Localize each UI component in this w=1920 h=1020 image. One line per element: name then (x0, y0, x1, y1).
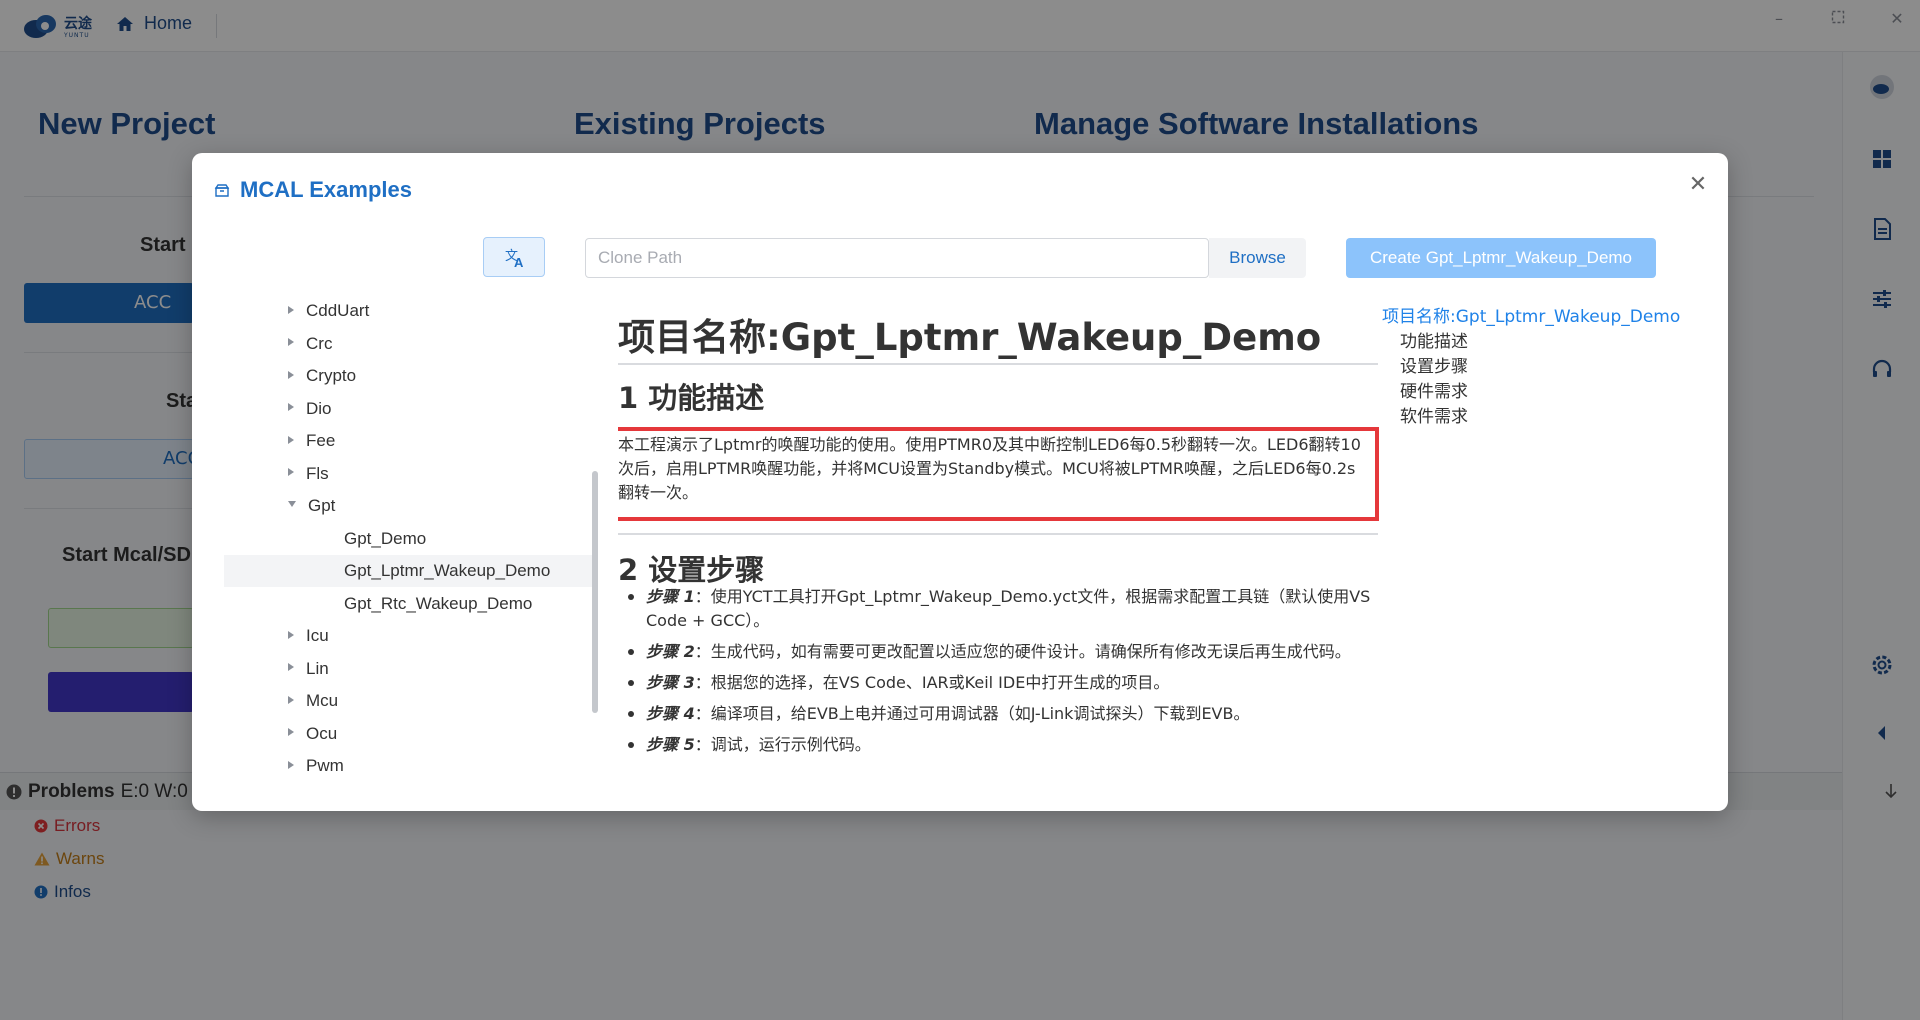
toc-item[interactable]: 设置步骤 (1382, 355, 1682, 380)
caret-right-icon[interactable] (288, 468, 294, 477)
doc-title: 项目名称:Gpt_Lptmr_Wakeup_Demo (618, 316, 1322, 359)
tree-item[interactable]: Gpt (288, 490, 335, 522)
tree-item[interactable]: Pwm (288, 750, 344, 782)
modal-header: MCAL Examples (214, 177, 412, 203)
svg-text:A: A (514, 255, 524, 270)
tree-item-label: Lin (306, 658, 329, 678)
tree-item-label: Ocu (306, 723, 338, 743)
create-project-button[interactable]: Create Gpt_Lptmr_Wakeup_Demo (1346, 238, 1656, 278)
tree-item-label: Dio (306, 398, 332, 418)
tree-item[interactable]: Gpt_Demo (344, 523, 426, 555)
toc-item[interactable]: 硬件需求 (1382, 380, 1682, 405)
examples-tree: CddUart Crc Crypto Dio Fee Fls Gpt Gpt_Demo Gpt_… (224, 295, 592, 795)
toc-item[interactable]: 项目名称:Gpt_Lptmr_Wakeup_Demo (1382, 305, 1682, 330)
toc-item[interactable]: 软件需求 (1382, 405, 1682, 430)
translate-icon: 文 A (505, 249, 524, 270)
setup-step: 步骤 5：调试，运行示例代码。 (628, 733, 1382, 757)
description-highlight-box (618, 427, 1379, 521)
close-icon[interactable]: ✕ (1686, 173, 1710, 197)
doc-heading-2: 2 设置步骤 (618, 553, 765, 587)
caret-right-icon[interactable] (288, 370, 294, 379)
caret-right-icon[interactable] (288, 435, 294, 444)
tree-item-label: Gpt_Rtc_Wakeup_Demo (344, 593, 533, 613)
doc-section-rule (618, 533, 1378, 535)
tree-item[interactable]: Gpt_Rtc_Wakeup_Demo (344, 588, 532, 620)
table-of-contents: 项目名称:Gpt_Lptmr_Wakeup_Demo 功能描述 设置步骤 硬件需求 软件… (1382, 305, 1682, 430)
tree-item-label: Crypto (306, 366, 357, 385)
tree-scrollbar[interactable] (592, 471, 598, 713)
step-label: 步骤 5 (646, 735, 695, 754)
mcal-examples-dialog: MCAL Examples ✕ 文 A Browse Create Gpt_Lp… (192, 153, 1728, 811)
tree-item[interactable]: Icu (288, 620, 329, 652)
caret-right-icon[interactable] (288, 663, 294, 672)
tree-item-label: Crc (306, 333, 333, 353)
tree-item-label: Icu (306, 626, 329, 645)
caret-right-icon[interactable] (288, 305, 294, 314)
tree-item[interactable]: Dio (288, 393, 332, 425)
tree-item-label: Gpt_Demo (344, 528, 427, 548)
readme-content: 项目名称:Gpt_Lptmr_Wakeup_Demo 1 功能描述 本工程演示了… (618, 295, 1384, 795)
tree-item[interactable]: Gpt_Lptmr_Wakeup_Demo (344, 555, 550, 587)
tree-item-label: Mcu (306, 691, 339, 710)
tree-item[interactable]: Mcu (288, 685, 338, 717)
step-label: 步骤 3 (646, 673, 695, 692)
step-text: ：编译项目，给EVB上电并通过可用调试器（如J-Link调试探头）下载到EVB。 (694, 704, 1250, 723)
step-text: ：生成代码，如有需要可更改配置以适应您的硬件设计。请确保所有修改无误后再生成代码… (694, 642, 1351, 661)
tree-item-label: Pwm (306, 756, 344, 775)
step-label: 步骤 1 (646, 587, 695, 606)
modal-title: MCAL Examples (240, 177, 412, 202)
setup-steps-list: 步骤 1：使用YCT工具打开Gpt_Lptmr_Wakeup_Demo.yct文… (628, 585, 1382, 764)
tree-item-label: Gpt (308, 496, 336, 515)
tree-item[interactable]: Lin (288, 653, 329, 685)
tree-item-label: CddUart (306, 301, 370, 320)
tree-item[interactable]: Fee (288, 425, 335, 457)
setup-step: 步骤 3：根据您的选择，在VS Code、IAR或Keil IDE中打开生成的项… (628, 671, 1382, 695)
caret-right-icon[interactable] (288, 728, 294, 737)
tree-item[interactable]: Ocu (288, 718, 337, 750)
toc-item[interactable]: 功能描述 (1382, 330, 1682, 355)
setup-step: 步骤 4：编译项目，给EVB上电并通过可用调试器（如J-Link调试探头）下载到… (628, 702, 1382, 726)
caret-right-icon[interactable] (288, 630, 294, 639)
caret-right-icon[interactable] (288, 403, 294, 412)
caret-right-icon[interactable] (288, 760, 294, 769)
caret-right-icon[interactable] (288, 695, 294, 704)
step-label: 步骤 4 (646, 704, 695, 723)
tree-item[interactable]: Crypto (288, 360, 356, 392)
tree-item-label: Gpt_Lptmr_Wakeup_Demo (344, 561, 551, 580)
tree-item-label: Fls (306, 463, 329, 483)
clone-path-input[interactable] (585, 238, 1209, 278)
doc-title-rule (618, 363, 1378, 365)
tree-item[interactable]: Crc (288, 328, 332, 360)
doc-heading-1: 1 功能描述 (618, 381, 765, 415)
step-text: ：调试，运行示例代码。 (694, 735, 871, 754)
tree-item[interactable]: Fls (288, 458, 329, 490)
translate-button[interactable]: 文 A (483, 237, 545, 277)
caret-down-icon[interactable] (288, 500, 296, 507)
caret-right-icon[interactable] (288, 338, 294, 347)
browse-button[interactable]: Browse (1209, 238, 1306, 278)
step-text: ：根据您的选择，在VS Code、IAR或Keil IDE中打开生成的项目。 (694, 673, 1170, 692)
setup-step: 步骤 1：使用YCT工具打开Gpt_Lptmr_Wakeup_Demo.yct文… (628, 585, 1382, 633)
tree-item[interactable]: CddUart (288, 295, 369, 327)
tree-item-label: Fee (306, 431, 336, 450)
step-text: ：使用YCT工具打开Gpt_Lptmr_Wakeup_Demo.yct文件，根据… (646, 587, 1371, 630)
setup-step: 步骤 2：生成代码，如有需要可更改配置以适应您的硬件设计。请确保所有修改无误后再… (628, 640, 1382, 664)
step-label: 步骤 2 (646, 642, 695, 661)
examples-box-icon (214, 184, 230, 197)
